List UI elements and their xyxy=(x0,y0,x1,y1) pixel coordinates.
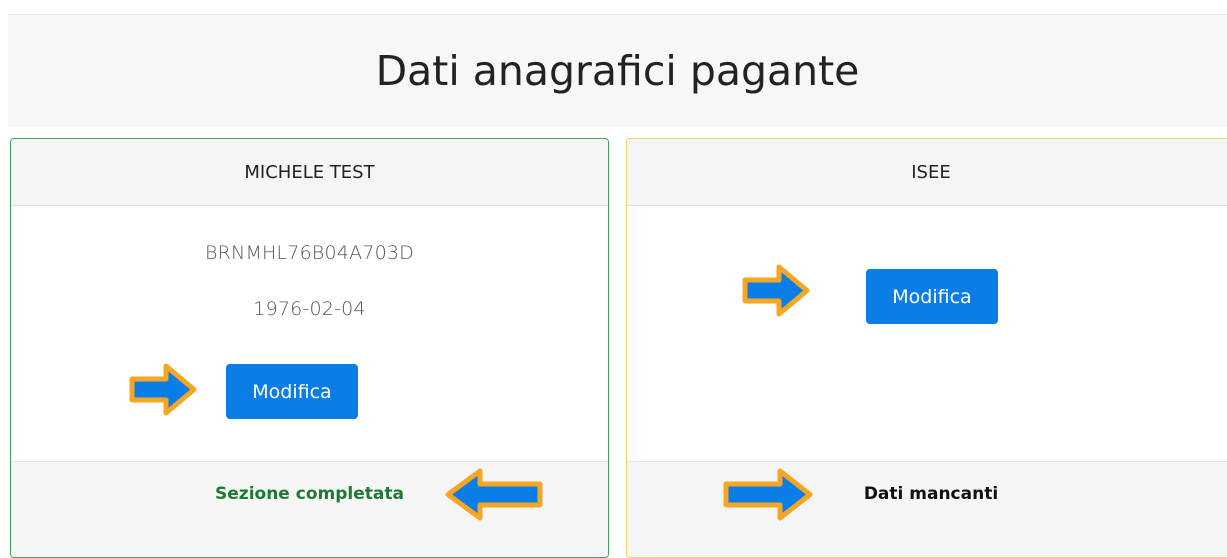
page-header: Dati anagrafici pagante xyxy=(8,14,1227,127)
isee-card-header: ISEE xyxy=(627,139,1227,206)
arrow-icon xyxy=(723,468,813,521)
page-title: Dati anagrafici pagante xyxy=(375,47,860,95)
fiscal-code: BRNMHL76B04A703D xyxy=(204,242,414,264)
payer-card-body: BRNMHL76B04A703D 1976-02-04 Modifica xyxy=(11,206,608,460)
edit-payer-button[interactable]: Modifica xyxy=(226,364,358,419)
isee-card-footer: Dati mancanti xyxy=(627,461,1227,557)
isee-title: ISEE xyxy=(911,161,951,183)
isee-card-body: Modifica xyxy=(627,206,1227,460)
isee-card: ISEE Modifica Dati mancanti xyxy=(626,138,1227,558)
edit-isee-button[interactable]: Modifica xyxy=(866,269,998,324)
status-missing-text: Dati mancanti xyxy=(627,484,1227,504)
payer-card-header: MICHELE TEST xyxy=(11,139,608,206)
payer-name: MICHELE TEST xyxy=(244,161,375,183)
arrow-icon xyxy=(445,468,543,521)
birth-date: 1976-02-04 xyxy=(253,298,366,320)
arrow-icon xyxy=(742,264,810,317)
status-missing-label: Dati mancanti xyxy=(863,484,999,504)
arrow-icon xyxy=(129,363,197,416)
